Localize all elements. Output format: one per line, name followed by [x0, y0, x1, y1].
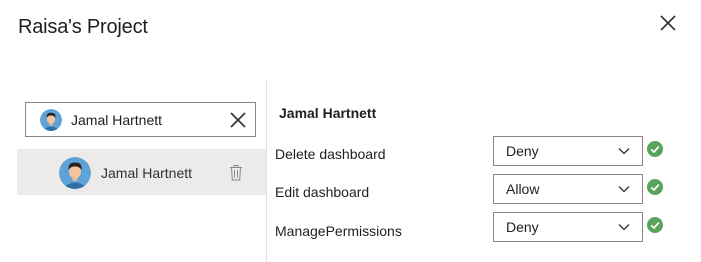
user-list-item-name: Jamal Hartnett [101, 165, 193, 181]
permission-select-value: Deny [506, 143, 539, 159]
permission-select-edit-dashboard[interactable]: Allow [493, 174, 643, 204]
selected-user-name: Jamal Hartnett [279, 105, 377, 121]
panel-divider [266, 80, 267, 262]
avatar-icon [59, 157, 91, 189]
user-list-item[interactable]: Jamal Hartnett [17, 149, 266, 195]
clear-search-icon[interactable] [229, 111, 247, 129]
chevron-down-icon [618, 186, 630, 193]
chevron-down-icon [618, 148, 630, 155]
avatar-icon [40, 109, 62, 131]
dialog-title: Raisa's Project [18, 16, 148, 38]
permission-select-value: Allow [506, 181, 540, 197]
permission-label-manage-permissions: ManagePermissions [275, 223, 402, 239]
close-icon [660, 15, 676, 31]
user-search-input[interactable]: Jamal Hartnett [25, 102, 256, 137]
trash-icon[interactable] [229, 164, 243, 181]
permission-label-edit-dashboard: Edit dashboard [275, 184, 370, 200]
chevron-down-icon [618, 224, 630, 231]
permission-label-delete-dashboard: Delete dashboard [275, 146, 386, 162]
permission-select-delete-dashboard[interactable]: Deny [493, 136, 643, 166]
check-circle-icon [647, 217, 663, 233]
search-input-value: Jamal Hartnett [71, 112, 163, 128]
permission-select-value: Deny [506, 219, 539, 235]
permission-select-manage-permissions[interactable]: Deny [493, 212, 643, 242]
check-circle-icon [647, 141, 663, 157]
close-button[interactable] [657, 12, 679, 34]
check-circle-icon [647, 179, 663, 195]
